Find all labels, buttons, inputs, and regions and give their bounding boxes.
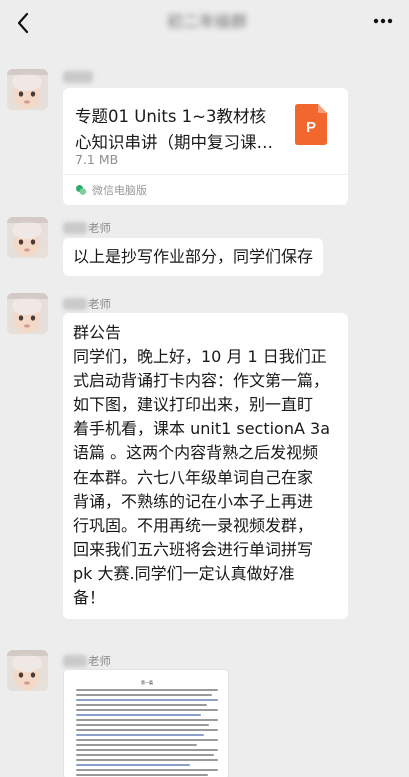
- announcement-line: 语篇 。这两个内容背熟之后发视频: [73, 443, 319, 463]
- more-button[interactable]: [369, 9, 397, 33]
- file-size: 7.1 MB: [75, 152, 119, 167]
- announcement-line: 着手机看，课本 unit1 sectionA 3a: [73, 419, 330, 439]
- file-source: 微信电脑版: [63, 174, 348, 205]
- document-heading: 第一篇: [141, 680, 153, 685]
- baby-photo-icon: [7, 650, 48, 691]
- mini-program-icon: [76, 185, 87, 195]
- announcement-bubble[interactable]: 群公告 同学们，晚上好，10 月 1 日我们正 式启动背诵打卡内容：作文第一篇，…: [63, 313, 348, 620]
- sender-name: 老师: [63, 220, 111, 236]
- text-bubble[interactable]: 以上是抄写作业部分，同学们保存: [63, 238, 324, 276]
- avatar[interactable]: [7, 217, 48, 258]
- file-title: 专题01 Units 1~3教材核心知识串讲（期中复习课…: [75, 107, 273, 152]
- baby-photo-icon: [7, 217, 48, 258]
- announcement-line: 行巩固。不用再统一录视频发群，: [73, 515, 314, 535]
- announcement-line: 回来我们五六班将会进行单词拼写: [73, 539, 314, 559]
- ppt-file-icon: P: [295, 104, 327, 145]
- file-card[interactable]: 专题01 Units 1~3教材核心知识串讲（期中复习课… 7.1 MB P 微…: [63, 88, 348, 205]
- announcement-line: 如下图，建议打印出来，别一直盯: [73, 395, 314, 415]
- baby-photo-icon: [7, 69, 48, 110]
- avatar[interactable]: [7, 650, 48, 691]
- sender-name: [63, 71, 94, 83]
- announcement-line: 式启动背诵打卡内容：作文第一篇，: [73, 371, 330, 391]
- chat-title: 初二年级群: [166, 12, 247, 31]
- avatar[interactable]: [7, 293, 48, 334]
- top-bar: 初二年级群: [0, 0, 409, 46]
- back-button[interactable]: [10, 10, 36, 36]
- chevron-left-icon: [17, 12, 29, 34]
- announcement-heading: 群公告: [73, 323, 122, 342]
- announcement-line: pk 大赛.同学们一定认真做好准: [73, 563, 295, 583]
- announcement-line: 在本群。六七八年级单词自己在家: [73, 467, 314, 487]
- document-thumbnail: 第一篇: [76, 680, 218, 777]
- more-dots-icon: [373, 18, 393, 24]
- svg-text:P: P: [306, 119, 316, 136]
- message-text: 以上是抄写作业部分，同学们保存: [73, 247, 314, 266]
- announcement-line: 背诵，不熟练的记在小本子上再进: [73, 491, 314, 511]
- baby-photo-icon: [7, 293, 48, 334]
- sender-name: 老师: [63, 653, 111, 669]
- announcement-line: 备！: [73, 588, 106, 608]
- avatar[interactable]: [7, 69, 48, 110]
- sender-name: 老师: [63, 296, 111, 312]
- announcement-line: 同学们，晚上好，10 月 1 日我们正: [73, 347, 327, 367]
- image-message[interactable]: 第一篇: [63, 669, 229, 777]
